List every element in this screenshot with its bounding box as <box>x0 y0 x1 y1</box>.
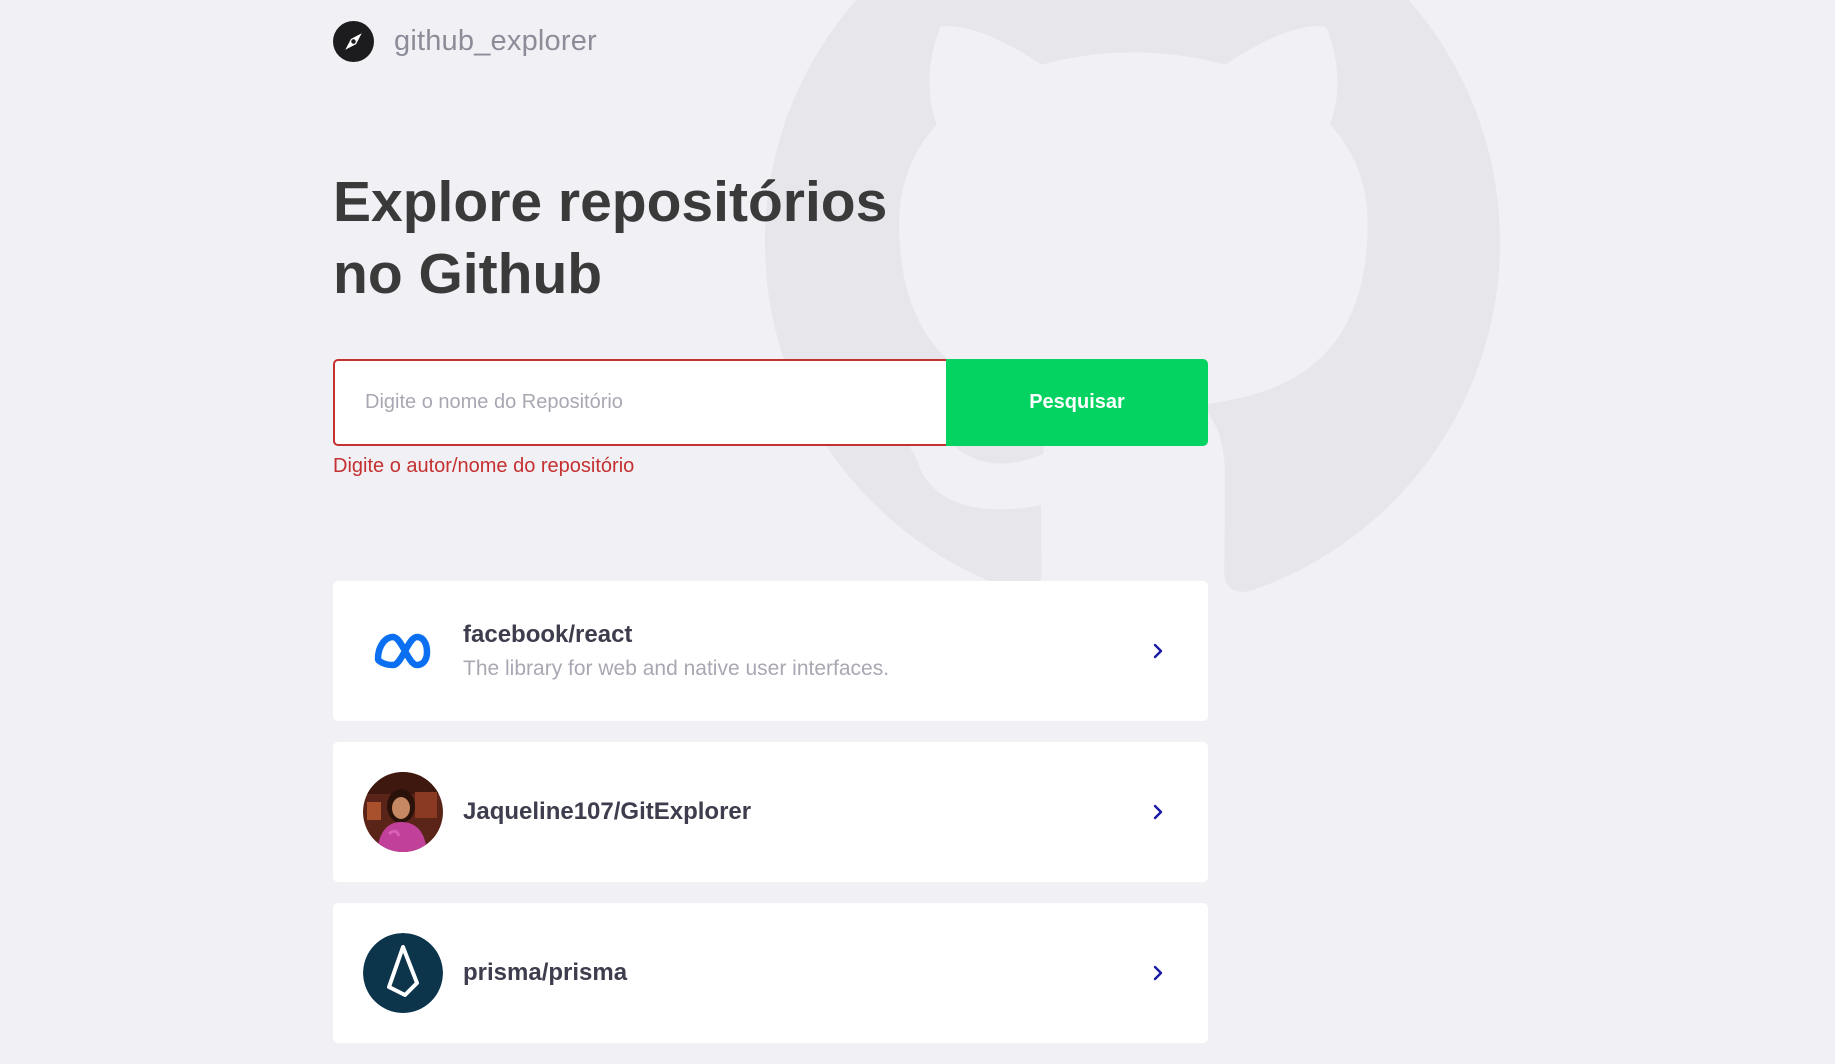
meta-logo-icon <box>374 633 431 669</box>
chevron-right-icon <box>1153 965 1163 981</box>
app-logo[interactable]: github_explorer <box>333 19 597 63</box>
avatar <box>363 772 443 852</box>
compass-icon <box>333 20 374 62</box>
repository-name: facebook/react <box>463 621 633 648</box>
prisma-logo-icon <box>363 933 443 1013</box>
repository-card-prisma-prisma[interactable]: prisma/prisma <box>333 903 1208 1043</box>
search-form: Pesquisar <box>333 359 1208 446</box>
repository-name: prisma/prisma <box>463 959 628 986</box>
repository-card-jaqueline107-gitexplorer[interactable]: Jaqueline107/GitExplorer <box>333 742 1208 882</box>
repository-list: facebook/react The library for web and n… <box>333 581 1208 1064</box>
page-title: Explore repositórios no Github <box>333 166 933 310</box>
user-photo-avatar <box>363 772 443 852</box>
repository-description: The library for web and native user inte… <box>463 657 890 680</box>
repository-card-facebook-react[interactable]: facebook/react The library for web and n… <box>333 581 1208 721</box>
repository-search-input[interactable] <box>333 359 946 446</box>
repository-name: Jaqueline107/GitExplorer <box>463 798 752 825</box>
page-title-line-2: no Github <box>333 242 603 306</box>
page-title-line-1: Explore repositórios <box>333 170 888 234</box>
chevron-right-icon <box>1153 804 1163 820</box>
repository-info: prisma/prisma <box>463 959 1146 987</box>
repository-info: facebook/react The library for web and n… <box>463 621 1146 681</box>
logo-text: github_explorer <box>394 24 597 57</box>
avatar <box>363 933 443 1013</box>
search-error-message: Digite o autor/nome do repositório <box>333 455 635 477</box>
chevron-right-icon <box>1153 643 1163 659</box>
search-button[interactable]: Pesquisar <box>946 359 1208 446</box>
repository-info: Jaqueline107/GitExplorer <box>463 798 1146 826</box>
avatar <box>363 611 443 691</box>
